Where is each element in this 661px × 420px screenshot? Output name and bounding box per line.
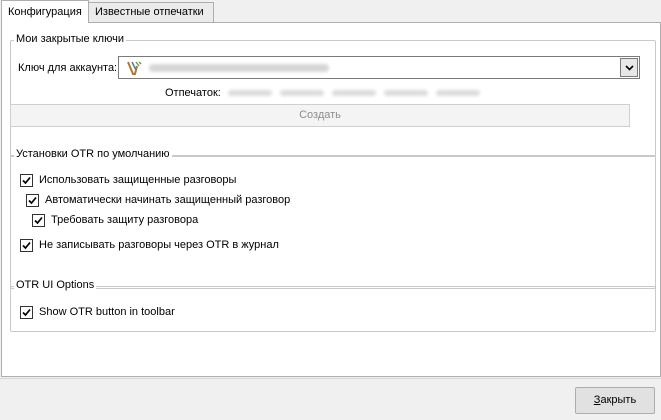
check-icon xyxy=(22,176,31,185)
check-icon xyxy=(28,196,37,205)
require-protection-checkbox[interactable] xyxy=(32,214,45,227)
check-icon xyxy=(34,216,43,225)
account-select[interactable] xyxy=(118,56,640,79)
vacuum-v-logo-icon xyxy=(127,61,142,75)
use-secure-chats-label: Использовать защищенные разговоры xyxy=(39,174,237,186)
create-key-button[interactable]: Создать xyxy=(10,104,630,127)
show-otr-button-checkbox[interactable] xyxy=(20,306,33,319)
require-protection-label: Требовать защиту разговора xyxy=(51,214,199,226)
chevron-down-icon xyxy=(624,64,634,71)
auto-start-secure-checkbox[interactable] xyxy=(26,194,39,207)
close-button[interactable]: Закрыть xyxy=(575,387,655,414)
group-legend: Установки OTR по умолчанию xyxy=(14,148,172,160)
account-value-redacted xyxy=(149,64,329,72)
use-secure-chats-checkbox[interactable] xyxy=(20,174,33,187)
check-icon xyxy=(22,308,31,317)
close-label: акрыть xyxy=(600,394,637,406)
tab-bar: Известные отпечатки Конфигурация xyxy=(0,0,661,23)
account-key-label: Ключ для аккаунта: xyxy=(18,62,118,74)
fingerprint-label: Отпечаток: xyxy=(165,87,221,99)
group-legend: OTR UI Options xyxy=(14,279,97,291)
tab-configuration[interactable]: Конфигурация xyxy=(1,0,89,23)
no-logging-label: Не записывать разговоры через OTR в журн… xyxy=(39,239,279,251)
footer-separator xyxy=(0,378,661,379)
check-icon xyxy=(22,241,31,250)
dropdown-button[interactable] xyxy=(620,58,638,77)
tab-label: Известные отпечатки xyxy=(95,6,204,18)
show-otr-button-label: Show OTR button in toolbar xyxy=(39,306,175,318)
no-logging-checkbox[interactable] xyxy=(20,239,33,252)
tab-label: Конфигурация xyxy=(8,6,82,18)
tab-known-fingerprints[interactable]: Известные отпечатки xyxy=(88,2,214,22)
auto-start-secure-label: Автоматически начинать защищенный разгов… xyxy=(45,194,291,206)
group-legend: Мои закрытые ключи xyxy=(14,33,126,45)
configuration-panel: Мои закрытые ключи Ключ для аккаунта: От… xyxy=(1,22,661,377)
